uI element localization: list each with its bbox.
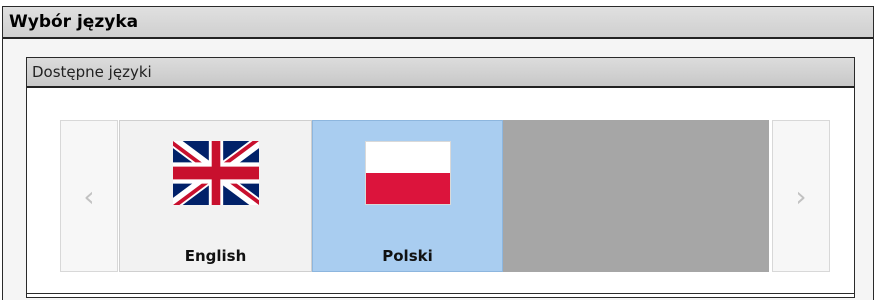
carousel-next-button[interactable]: › — [772, 120, 830, 272]
group-title: Dostępne języki — [27, 58, 854, 88]
panel-title: Wybór języka — [3, 7, 873, 39]
language-label: Polski — [382, 247, 433, 265]
poland-flag-icon — [364, 141, 451, 205]
carousel-prev-button[interactable]: ‹ — [60, 120, 118, 272]
chevron-right-icon: › — [795, 179, 807, 213]
language-carousel: ‹ English Polski › — [60, 120, 830, 272]
available-languages-group: Dostępne języki ‹ English Polski › — [26, 57, 855, 298]
language-tile-polski[interactable]: Polski — [312, 120, 503, 272]
language-tile-english[interactable]: English — [119, 120, 312, 272]
uk-flag-icon — [172, 141, 259, 205]
language-label: English — [184, 247, 247, 265]
empty-slot — [503, 120, 769, 272]
divider — [27, 293, 854, 294]
chevron-left-icon: ‹ — [83, 179, 95, 213]
